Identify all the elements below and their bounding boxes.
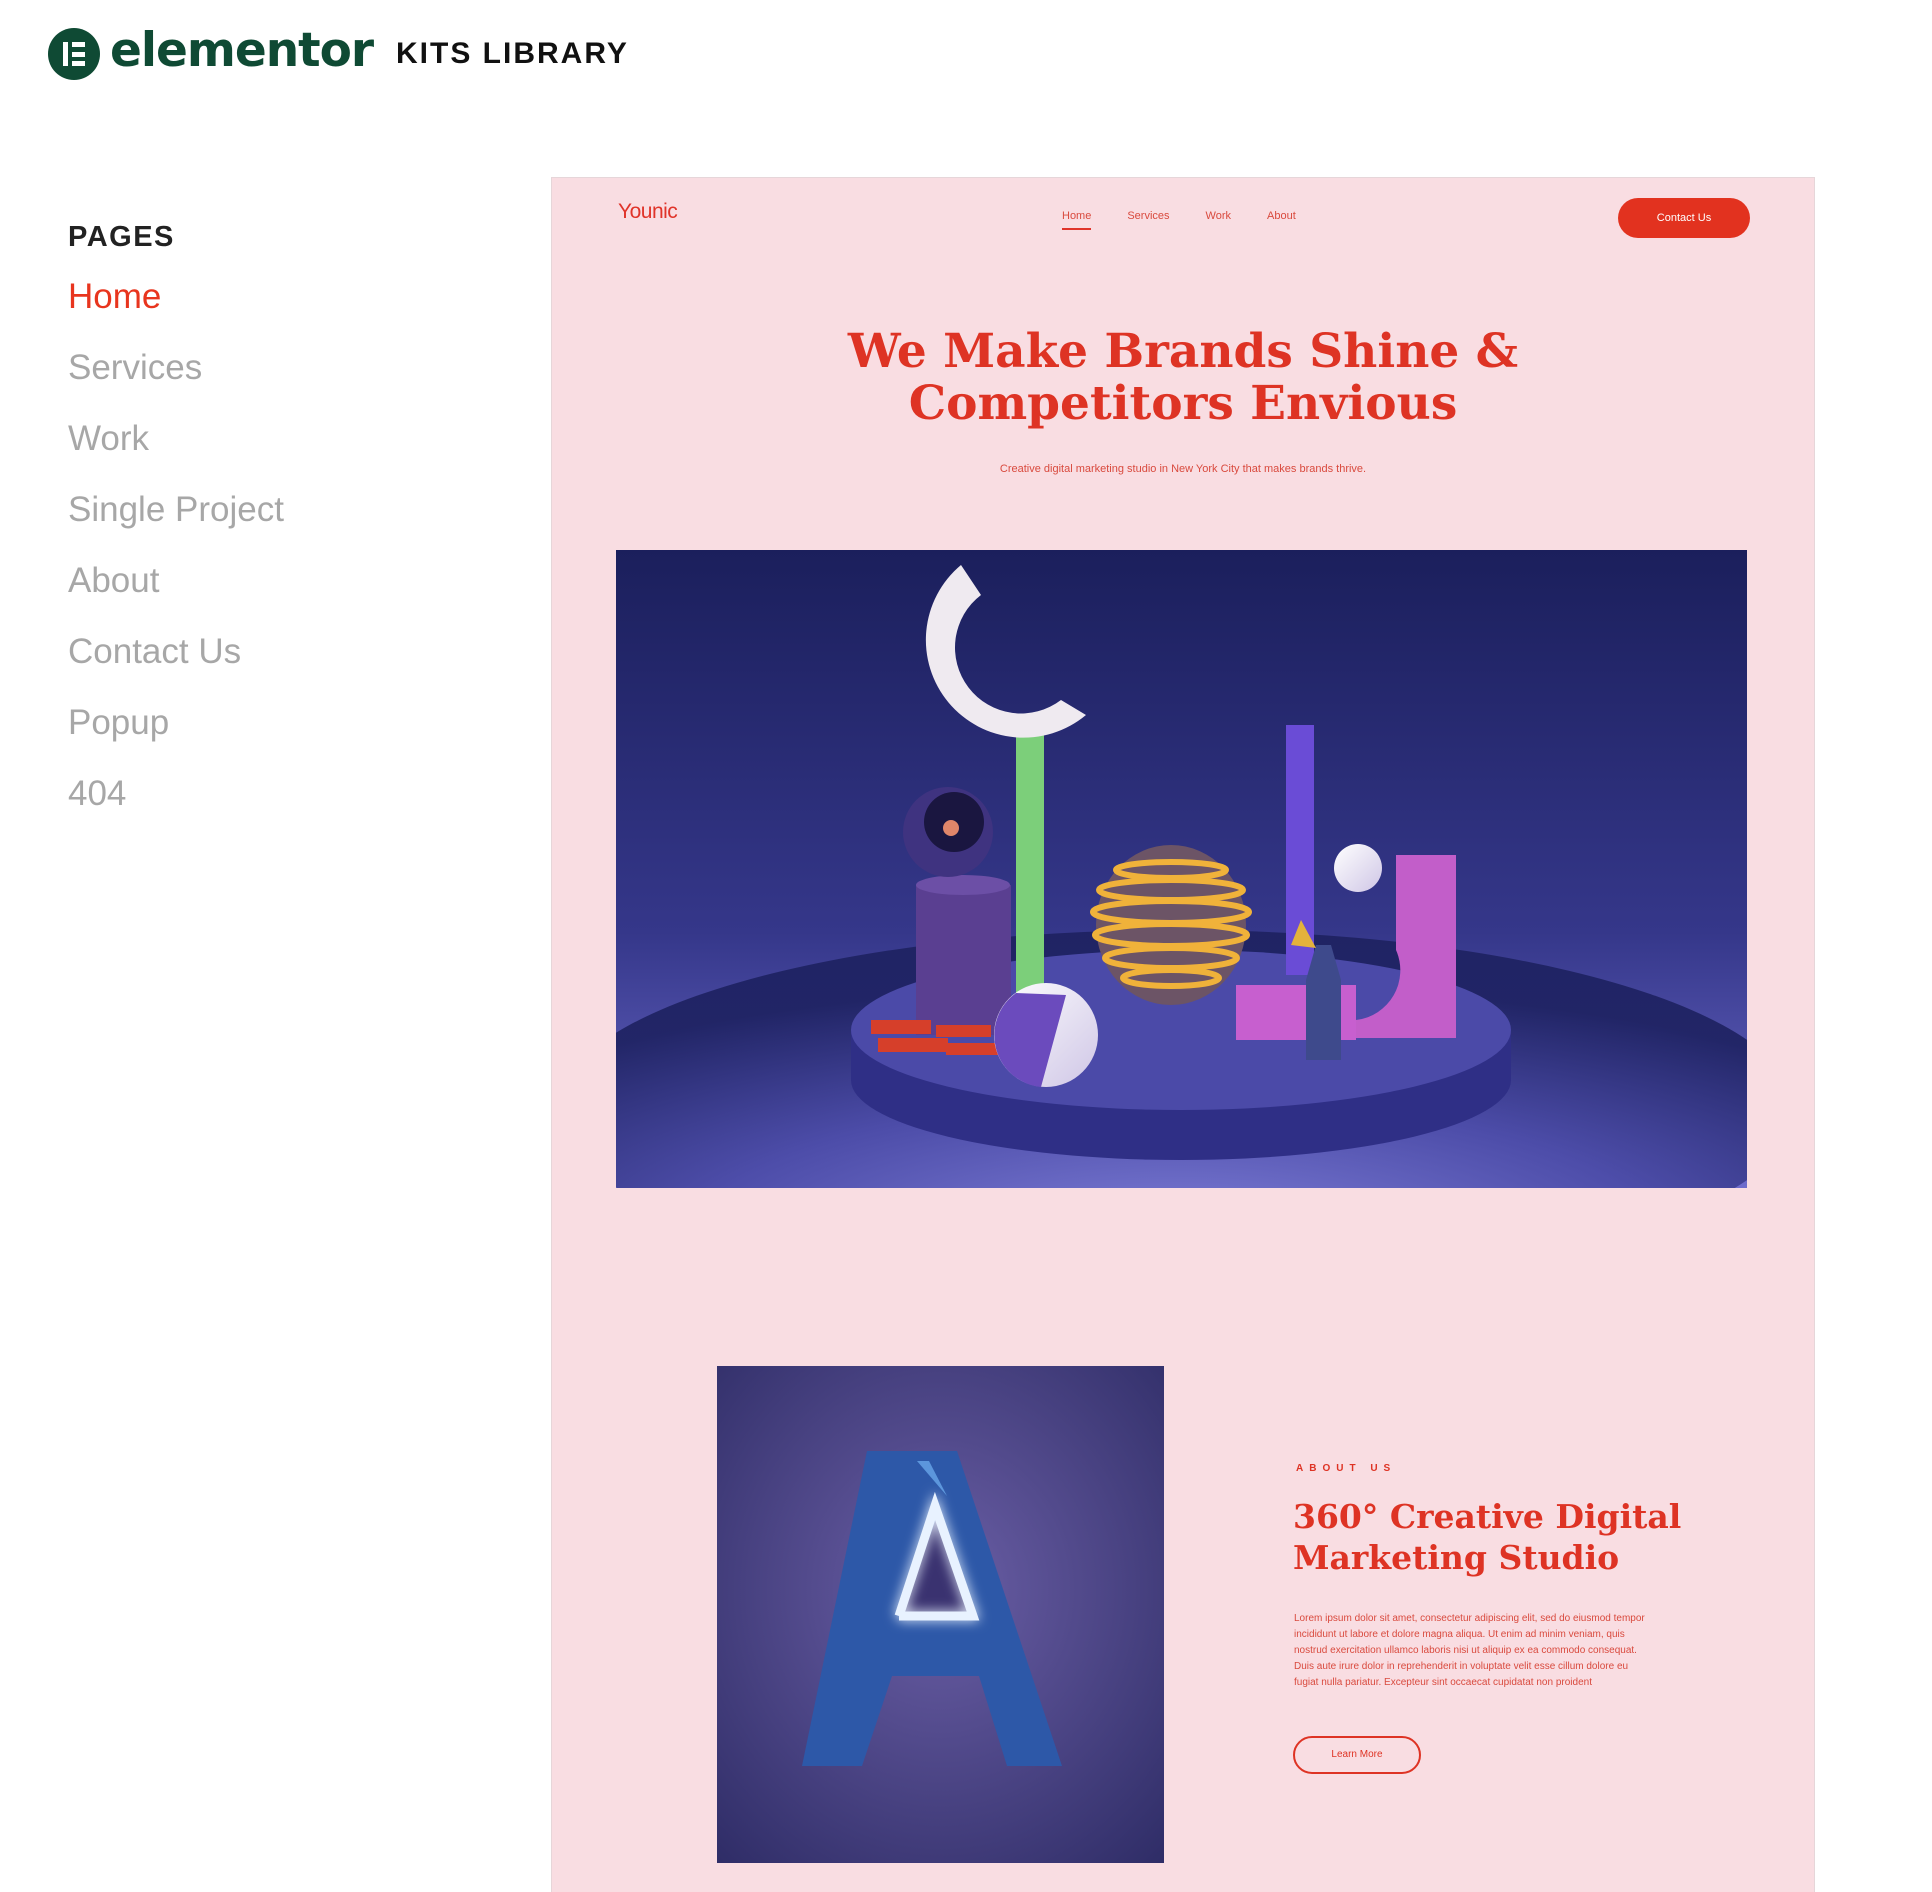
neon-letter-a-image — [717, 1366, 1164, 1863]
about-body-text: Lorem ipsum dolor sit amet, consectetur … — [1294, 1613, 1645, 1688]
pages-sidebar: PAGES Home Services Work Single Project … — [68, 212, 468, 840]
neon-a-illustration — [717, 1366, 1164, 1863]
hero-image — [616, 550, 1747, 1188]
about-title: 360° Creative Digital Marketing Studio — [1293, 1496, 1713, 1578]
site-nav-home[interactable]: Home — [1062, 210, 1092, 230]
hero-title-line1: We Make Brands Shine & — [847, 324, 1519, 379]
page-item-about[interactable]: About — [68, 556, 468, 627]
page-item-404[interactable]: 404 — [68, 769, 468, 840]
site-logo[interactable]: Younic — [618, 200, 678, 224]
site-nav-services[interactable]: Services — [1127, 210, 1169, 230]
hero-title: We Make Brands Shine & Competitors Envio… — [552, 326, 1814, 430]
page-item-services[interactable]: Services — [68, 343, 468, 414]
page-item-work[interactable]: Work — [68, 414, 468, 485]
page-item-single-project[interactable]: Single Project — [68, 485, 468, 556]
about-eyebrow: ABOUT US — [1296, 1463, 1397, 1474]
kit-page-preview[interactable]: Younic Home Services Work About Contact … — [552, 178, 1814, 1892]
about-title-line2: Marketing Studio — [1293, 1538, 1620, 1577]
page-item-home[interactable]: Home — [68, 272, 468, 343]
hero-title-line2: Competitors Envious — [908, 376, 1458, 431]
site-nav-about[interactable]: About — [1267, 210, 1296, 230]
site-nav: Home Services Work About — [1062, 210, 1332, 230]
pages-list: Home Services Work Single Project About … — [68, 272, 468, 840]
pages-heading: PAGES — [68, 221, 175, 253]
site-nav-work[interactable]: Work — [1206, 210, 1231, 230]
contact-us-button[interactable]: Contact Us — [1618, 198, 1750, 238]
top-header: elementor KITS LIBRARY — [0, 0, 1932, 110]
elementor-logo-icon[interactable] — [48, 28, 100, 80]
3d-abstract-shapes-illustration — [616, 550, 1747, 1188]
elementor-wordmark[interactable]: elementor — [110, 20, 374, 82]
page-item-popup[interactable]: Popup — [68, 698, 468, 769]
kits-library-title: KITS LIBRARY — [396, 37, 629, 70]
learn-more-button[interactable]: Learn More — [1293, 1736, 1421, 1774]
page-item-contact-us[interactable]: Contact Us — [68, 627, 468, 698]
about-title-line1: 360° Creative Digital — [1293, 1497, 1682, 1536]
hero-subtitle: Creative digital marketing studio in New… — [999, 463, 1367, 475]
